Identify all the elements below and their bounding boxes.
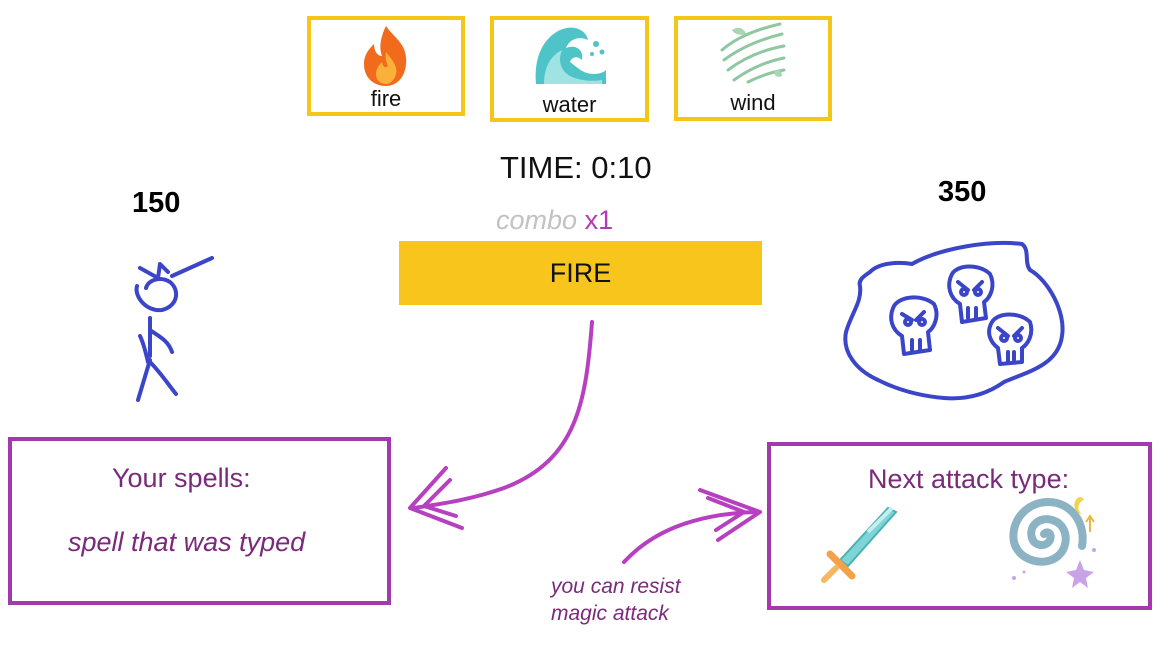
stick-figure-wizard xyxy=(134,256,214,402)
magic-spiral-icon xyxy=(1009,497,1096,588)
skull-cloud xyxy=(843,240,1065,401)
sketch-overlay xyxy=(134,240,1096,588)
arrow-to-attack-panel xyxy=(622,488,762,564)
arrow-to-spells xyxy=(408,320,594,530)
sword-icon xyxy=(821,506,898,583)
